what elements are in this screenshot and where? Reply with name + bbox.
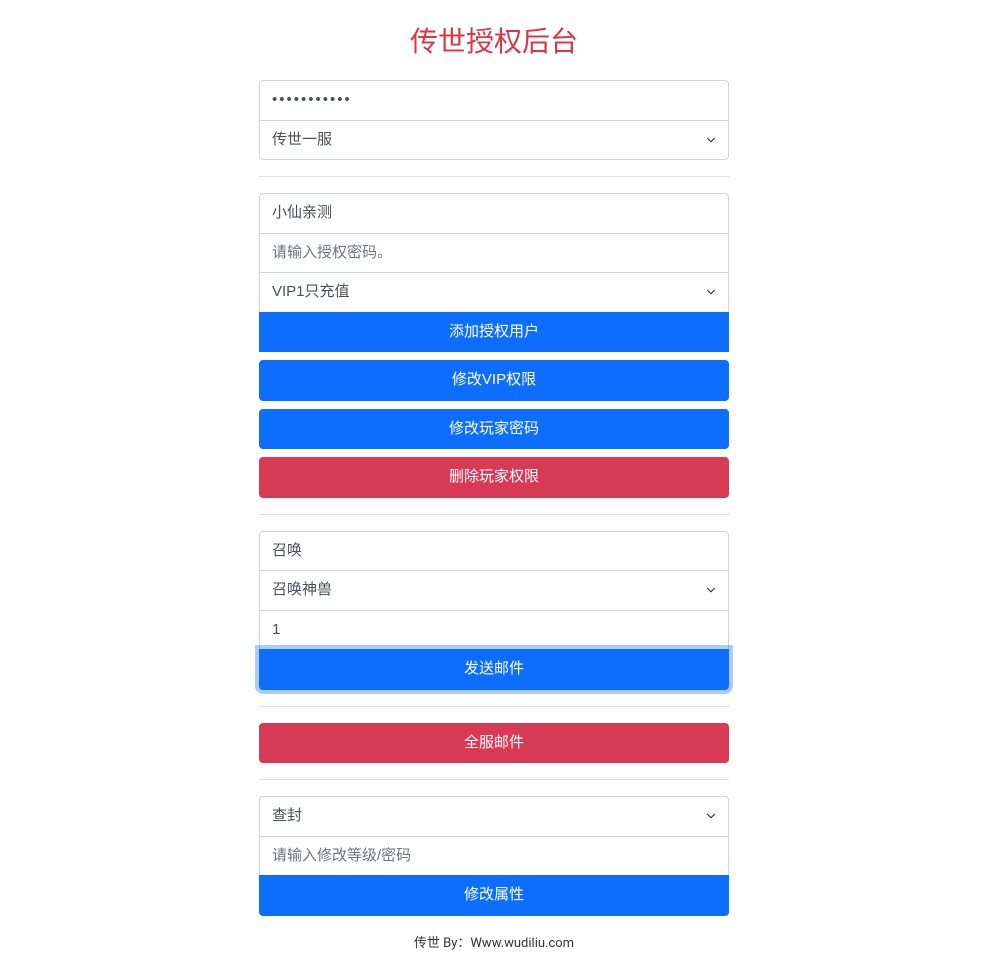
global-mail-group: 全服邮件 bbox=[259, 723, 729, 781]
action-select[interactable]: 查封 bbox=[259, 796, 729, 837]
send-mail-button[interactable]: 发送邮件 bbox=[259, 649, 729, 690]
summon-select[interactable]: 召唤神兽 bbox=[259, 570, 729, 611]
attribute-group: 查封 修改属性 bbox=[259, 796, 729, 916]
summon-input[interactable] bbox=[259, 531, 729, 572]
level-password-input[interactable] bbox=[259, 836, 729, 877]
admin-password-input[interactable] bbox=[259, 80, 729, 121]
quantity-input[interactable] bbox=[259, 610, 729, 651]
server-auth-group: 传世一服 bbox=[259, 80, 729, 177]
auth-password-input[interactable] bbox=[259, 233, 729, 274]
mail-group: 召唤神兽 发送邮件 bbox=[259, 531, 729, 707]
vip-level-select[interactable]: VIP1只充值 bbox=[259, 272, 729, 313]
add-auth-user-button[interactable]: 添加授权用户 bbox=[259, 312, 729, 353]
main-container: 传世一服 VIP1只充值 添加授权用户 修改VIP权限 修改玩家密码 删除玩家权… bbox=[259, 80, 729, 916]
global-mail-button[interactable]: 全服邮件 bbox=[259, 723, 729, 764]
page-title: 传世授权后台 bbox=[0, 20, 988, 60]
username-input[interactable] bbox=[259, 193, 729, 234]
delete-player-permission-button[interactable]: 删除玩家权限 bbox=[259, 457, 729, 498]
user-management-group: VIP1只充值 添加授权用户 修改VIP权限 修改玩家密码 删除玩家权限 bbox=[259, 193, 729, 515]
modify-player-password-button[interactable]: 修改玩家密码 bbox=[259, 409, 729, 450]
footer-text: 传世 By：Www.wudiliu.com bbox=[0, 932, 988, 971]
modify-vip-button[interactable]: 修改VIP权限 bbox=[259, 360, 729, 401]
modify-attribute-button[interactable]: 修改属性 bbox=[259, 875, 729, 916]
server-select[interactable]: 传世一服 bbox=[259, 120, 729, 161]
